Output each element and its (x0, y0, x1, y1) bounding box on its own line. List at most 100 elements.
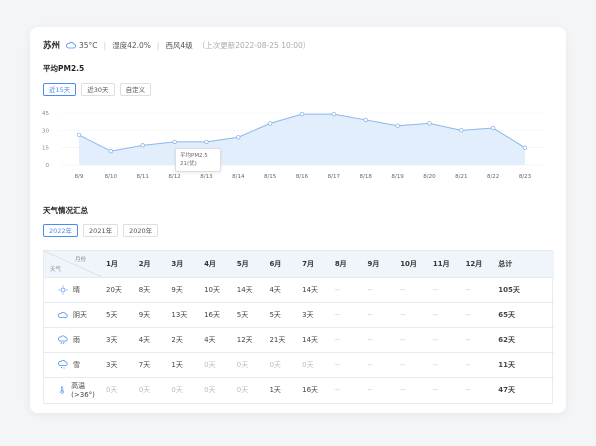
summary-section-title: 天气情况汇总 (43, 206, 88, 215)
month-header: 2月 (138, 260, 151, 268)
month-value-cell: 21天 (269, 336, 286, 344)
month-value-cell: -- (465, 361, 471, 369)
month-value-cell: 10天 (204, 286, 220, 294)
total-cell: 47天 (498, 386, 515, 395)
x-tick-label: 8/19 (391, 174, 404, 180)
x-tick-label: 8/13 (200, 174, 213, 180)
month-value-cell: 0天 (236, 361, 249, 369)
month-value-cell: 5天 (106, 311, 118, 319)
data-point (140, 143, 145, 148)
table-row: 高温(>36°) 0天 0天 0天 0天 0天 1天 16天 -- -- -- -- -- 47天 (44, 377, 554, 403)
month-value-cell: 12天 (236, 336, 253, 344)
year-2020-button[interactable]: 2020年 (123, 224, 159, 237)
month-value-cell: 8天 (138, 286, 151, 294)
header-weather-label: 天气 (50, 267, 62, 273)
month-value-cell: -- (400, 286, 406, 294)
month-value-cell: 9天 (171, 286, 183, 294)
x-tick-label: 8/15 (264, 174, 277, 180)
x-tick-label: 8/23 (519, 174, 532, 180)
weather-summary-table: 月份 天气 1月 2月 3月 4月 5月 6月 7月 8月 9月 10月 11月 12月 总计 晴 20天… (43, 250, 554, 404)
data-point (490, 125, 496, 131)
weather-type-cell: 高温(>36°) (44, 378, 102, 403)
data-point (299, 111, 305, 117)
tooltip-value: 21(优) (180, 161, 197, 167)
month-value-cell: 4天 (138, 336, 151, 344)
snow-icon (58, 360, 68, 369)
table-row: 阴天 5天 9天 13天 16天 5天 5天 3天 -- -- -- -- -- 65天 (44, 302, 554, 328)
weather-type-cell: 晴 (44, 278, 102, 303)
month-header: 4月 (204, 260, 216, 268)
weather-type-label: 高温(>36°) (71, 382, 95, 400)
month-value-cell: -- (367, 336, 373, 344)
weather-type-label: 雪 (73, 361, 80, 369)
month-value-cell: 5天 (269, 311, 281, 319)
month-header: 7月 (302, 260, 314, 268)
tooltip-title: 平均PM2.5 (180, 153, 208, 159)
month-value-cell: 9天 (138, 311, 151, 319)
month-value-cell: -- (432, 336, 438, 344)
data-point (236, 135, 241, 140)
month-value-cell: -- (334, 311, 340, 319)
data-point (108, 148, 114, 154)
month-value-cell: 0天 (204, 361, 216, 369)
x-tick-label: 8/20 (423, 174, 436, 180)
month-value-cell: -- (465, 311, 471, 319)
month-header: 6月 (269, 260, 282, 268)
cloudy-icon (58, 311, 68, 318)
header-month-label: 月份 (74, 257, 86, 263)
year-buttons: 2022年 2021年 2020年 (43, 224, 159, 237)
month-header: 1月 (106, 260, 118, 268)
month-value-cell: -- (334, 386, 340, 395)
thermometer-icon (60, 386, 64, 394)
month-value-cell: -- (465, 286, 471, 294)
total-cell: 11天 (498, 361, 515, 369)
total-header: 总计 (498, 260, 513, 268)
month-value-cell: 0天 (138, 386, 151, 395)
month-value-cell: 7天 (138, 361, 151, 369)
month-value-cell: 4天 (204, 336, 216, 344)
data-point (267, 121, 273, 126)
month-value-cell: 0天 (302, 361, 314, 369)
month-value-cell: -- (367, 386, 373, 395)
month-value-cell: 1天 (269, 386, 281, 395)
year-2021-button[interactable]: 2021年 (83, 224, 119, 237)
year-2022-button[interactable]: 2022年 (43, 224, 79, 237)
data-point (204, 139, 209, 145)
x-tick-label: 8/22 (487, 174, 499, 180)
month-value-cell: 0天 (171, 386, 183, 395)
month-value-cell: -- (367, 361, 373, 369)
month-value-cell: -- (334, 286, 340, 294)
weather-type-label: 晴 (73, 286, 80, 294)
table-header-row: 月份 天气 1月 2月 3月 4月 5月 6月 7月 8月 9月 10月 11月 12月 总计 (44, 251, 554, 278)
month-header: 5月 (236, 260, 249, 268)
month-header: 12月 (465, 260, 483, 268)
table-row: 晴 20天 8天 9天 10天 14天 4天 14天 -- -- -- -- -- 105天 (44, 277, 554, 303)
month-value-cell: -- (465, 386, 471, 395)
month-header: 3月 (171, 260, 184, 268)
x-tick-label: 8/14 (232, 174, 245, 180)
month-value-cell: -- (367, 286, 373, 294)
diagonal-header-cell: 月份 天气 (44, 251, 102, 278)
month-value-cell: -- (400, 386, 406, 395)
month-value-cell: 3天 (302, 311, 314, 319)
month-value-cell: -- (400, 311, 406, 319)
weather-type-label: 阴天 (73, 311, 87, 319)
y-tick-label: 45 (42, 111, 49, 117)
y-tick-label: 0 (46, 163, 50, 169)
month-value-cell: 20天 (106, 286, 122, 294)
month-value-cell: -- (432, 286, 438, 294)
weather-type-label: 雨 (73, 336, 80, 344)
month-value-cell: 16天 (302, 386, 319, 395)
weather-card: 苏州 35°C | 湿度42.0% | 西风4级 （上次更新2022-08-25… (30, 27, 566, 413)
sun-icon (58, 285, 68, 295)
chart-tooltip: 平均PM2.5 21(优) (175, 148, 221, 172)
month-value-cell: 1天 (171, 361, 183, 369)
month-value-cell: -- (334, 336, 340, 344)
data-point (363, 117, 368, 123)
month-value-cell: 14天 (302, 336, 319, 344)
month-value-cell: 5天 (236, 311, 249, 319)
x-tick-label: 8/16 (296, 174, 309, 180)
month-value-cell: -- (400, 361, 406, 369)
month-value-cell: -- (334, 361, 340, 369)
data-point (427, 121, 432, 126)
